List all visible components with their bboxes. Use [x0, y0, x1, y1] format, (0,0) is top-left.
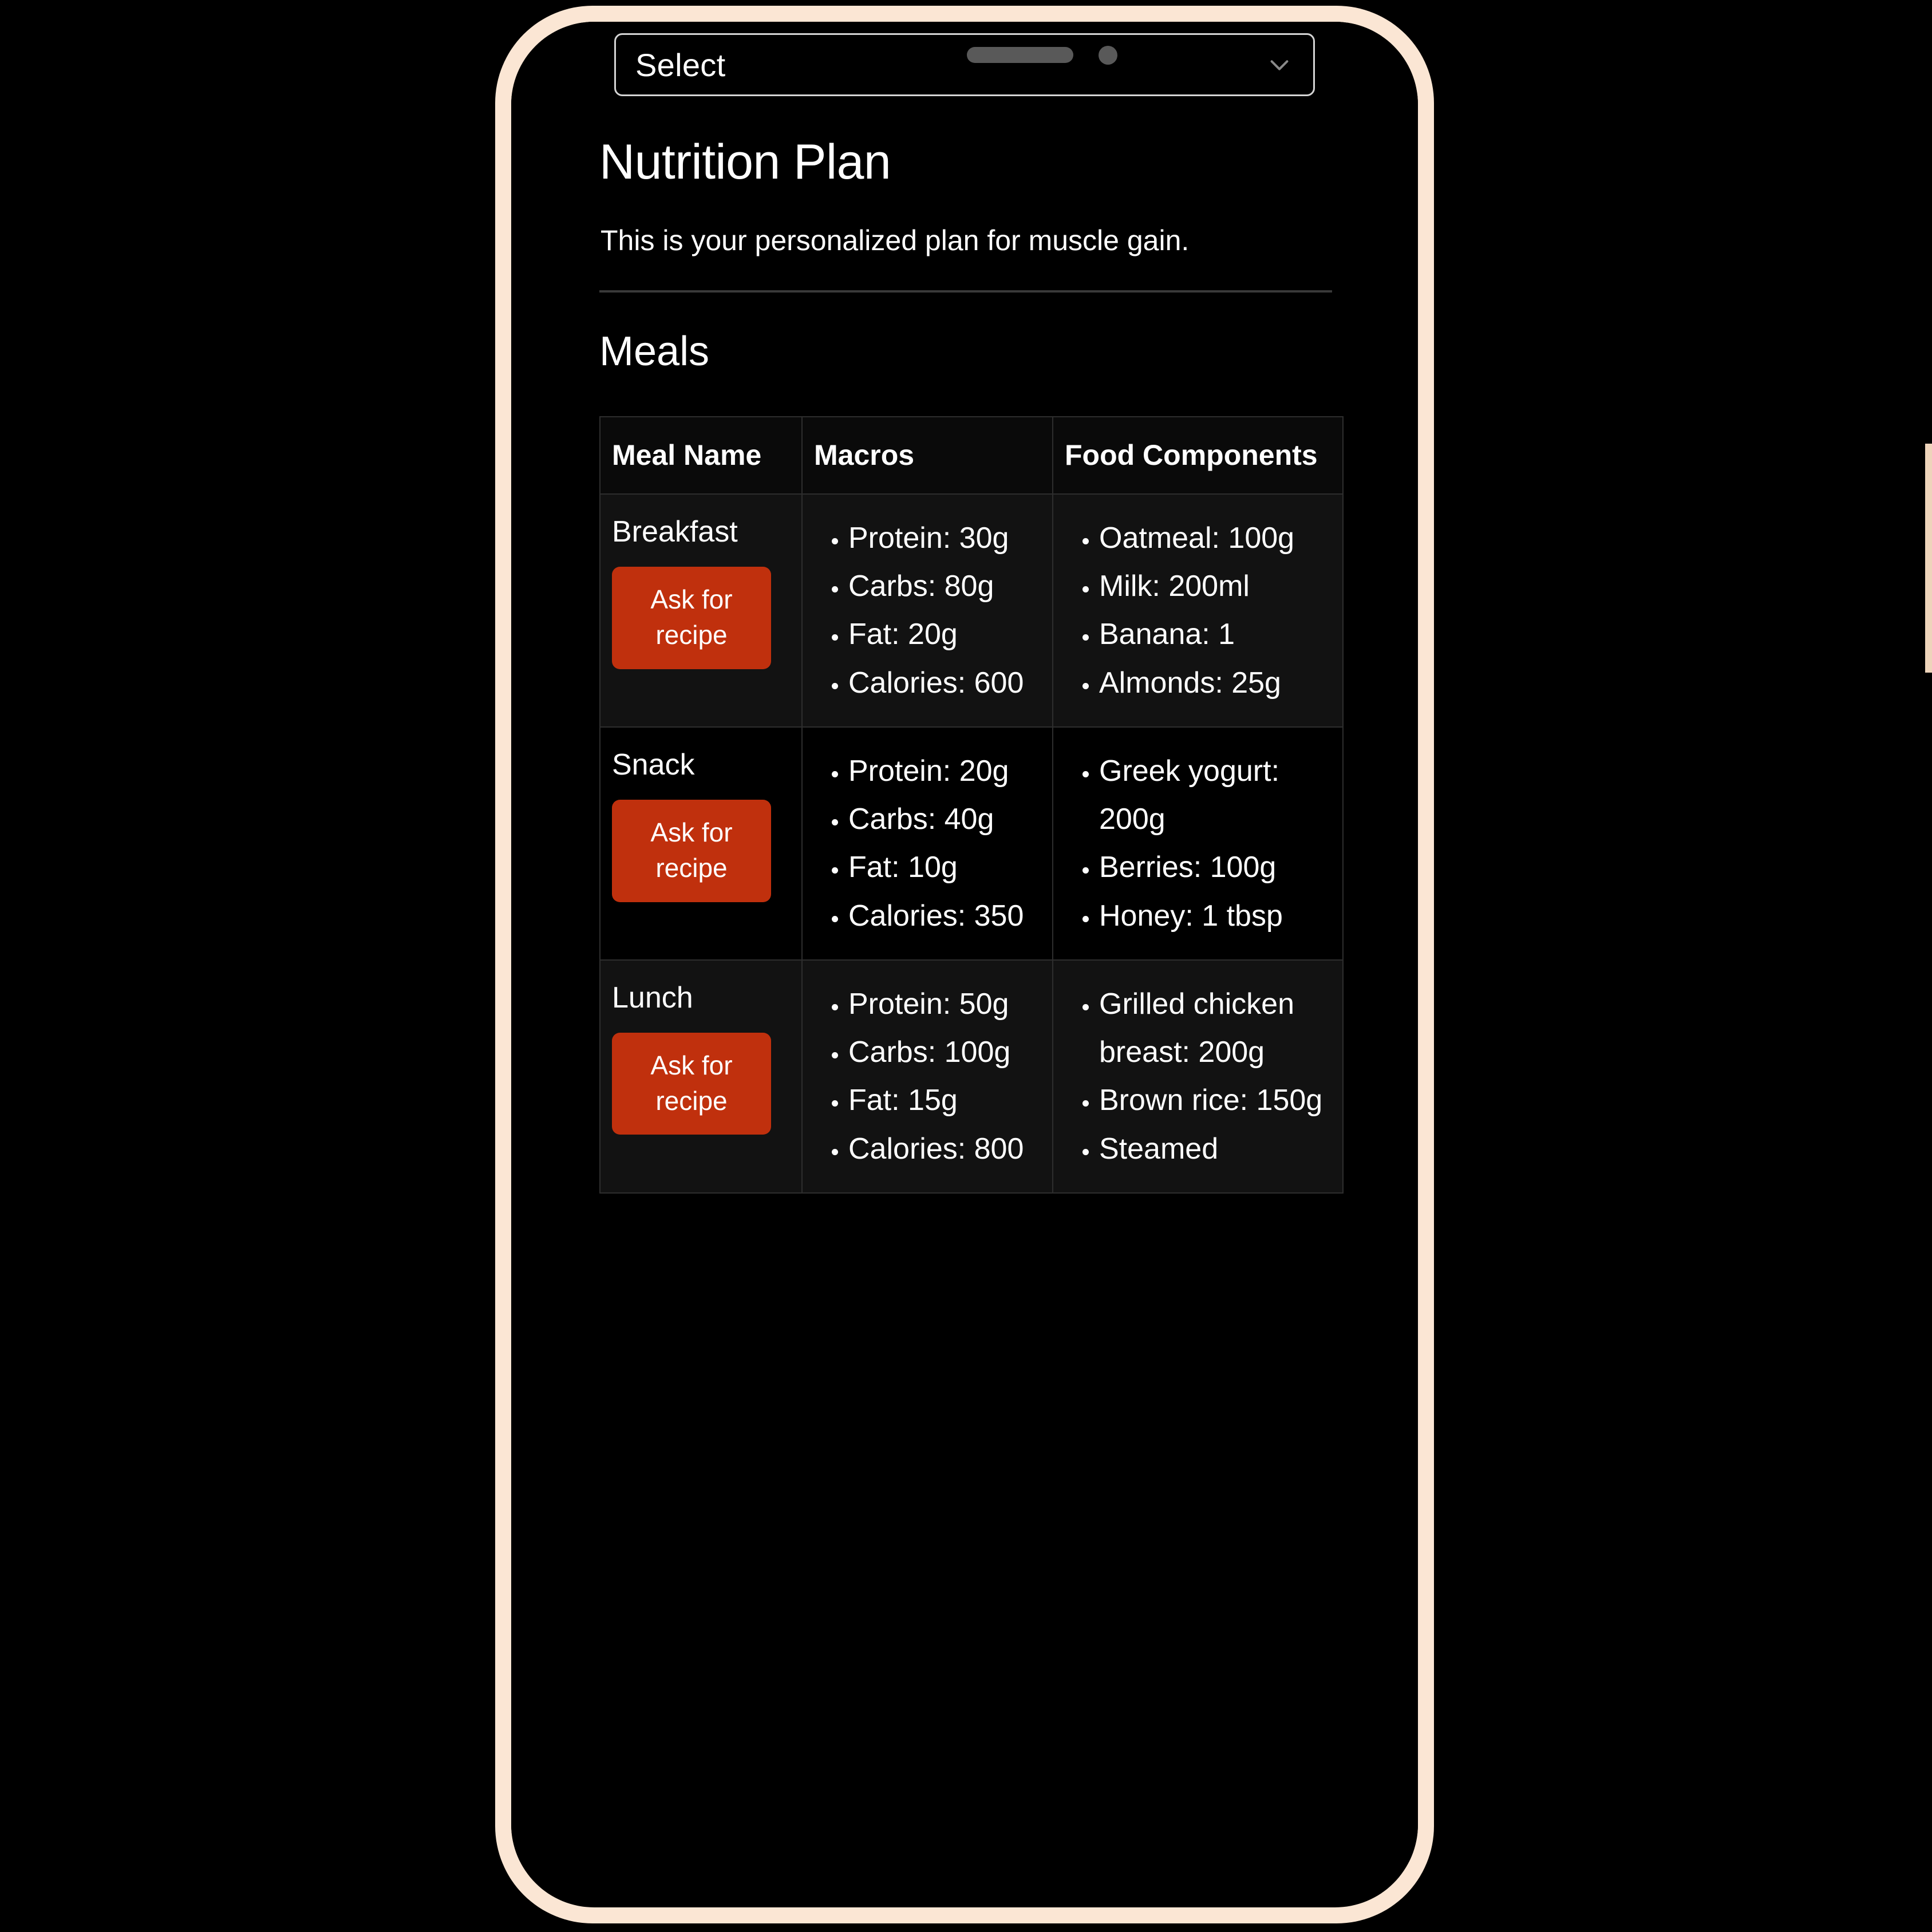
macros-list: Protein: 50gCarbs: 100gFat: 15gCalories:… — [814, 980, 1042, 1173]
cell-meal-name: Breakfast Ask for recipe — [599, 493, 803, 728]
cell-macros: Protein: 20gCarbs: 40gFat: 10gCalories: … — [801, 726, 1053, 961]
chevron-down-icon — [1270, 60, 1289, 70]
ask-for-recipe-button[interactable]: Ask for recipe — [612, 800, 771, 902]
cell-macros: Protein: 30gCarbs: 80gFat: 20gCalories: … — [801, 493, 1053, 728]
plan-select[interactable]: Select — [614, 33, 1315, 96]
section-divider — [599, 290, 1332, 293]
food-item: Almonds: 25g — [1099, 659, 1332, 707]
macro-item: Carbs: 80g — [848, 562, 1042, 610]
speaker-grille-icon — [967, 47, 1073, 63]
cell-food-components: Greek yogurt: 200gBerries: 100gHoney: 1 … — [1052, 726, 1344, 961]
column-header-meal-name: Meal Name — [599, 416, 803, 495]
table-header: Meal Name Macros Food Components — [599, 416, 1344, 495]
food-components-list: Greek yogurt: 200gBerries: 100gHoney: 1 … — [1065, 747, 1332, 940]
table-row: Snack Ask for recipe Protein: 20gCarbs: 40… — [599, 726, 1344, 961]
ask-for-recipe-button[interactable]: Ask for recipe — [612, 1033, 771, 1135]
meal-name-label: Lunch — [612, 981, 693, 1014]
food-item: Steamed — [1099, 1125, 1332, 1173]
macro-item: Protein: 20g — [848, 747, 1042, 795]
macro-item: Calories: 600 — [848, 659, 1042, 707]
page-viewport: Select Nutrition Plan This is your perso… — [511, 22, 1418, 1862]
food-components-list: Grilled chicken breast: 200gBrown rice: … — [1065, 980, 1332, 1173]
macros-list: Protein: 30gCarbs: 80gFat: 20gCalories: … — [814, 514, 1042, 707]
macro-item: Carbs: 40g — [848, 795, 1042, 843]
meals-table: Meal Name Macros Food Components Breakfa… — [599, 416, 1344, 1194]
food-item: Greek yogurt: 200g — [1099, 747, 1332, 843]
table-row: Breakfast Ask for recipe Protein: 30gCarbs… — [599, 493, 1344, 728]
phone-screen: Select Nutrition Plan This is your perso… — [511, 22, 1418, 1907]
meal-name-label: Breakfast — [612, 515, 738, 548]
food-item: Grilled chicken breast: 200g — [1099, 980, 1332, 1076]
table-body: BreakfastAsk for recipeProtein: 30gCarbs… — [599, 493, 1344, 1194]
macro-item: Calories: 350 — [848, 892, 1042, 940]
food-item: Brown rice: 150g — [1099, 1076, 1332, 1124]
phone-frame: Select Nutrition Plan This is your perso… — [495, 6, 1932, 1923]
macro-item: Protein: 50g — [848, 980, 1042, 1028]
ask-for-recipe-button[interactable]: Ask for recipe — [612, 567, 771, 669]
macro-item: Calories: 800 — [848, 1125, 1042, 1173]
cell-meal-name: Snack Ask for recipe — [599, 726, 803, 961]
food-components-list: Oatmeal: 100gMilk: 200mlBanana: 1Almonds… — [1065, 514, 1332, 707]
food-item: Oatmeal: 100g — [1099, 514, 1332, 562]
meal-name-label: Snack — [612, 748, 695, 781]
meals-heading: Meals — [599, 329, 710, 374]
front-camera-icon — [1099, 46, 1117, 65]
page-content: Select Nutrition Plan This is your perso… — [511, 33, 1418, 1194]
cell-meal-name: Lunch Ask for recipe — [599, 959, 803, 1194]
macro-item: Protein: 30g — [848, 514, 1042, 562]
cell-macros: Protein: 50gCarbs: 100gFat: 15gCalories:… — [801, 959, 1053, 1194]
page-title: Nutrition Plan — [599, 135, 891, 189]
table-row: Lunch Ask for recipe Protein: 50gCarbs: 10… — [599, 959, 1344, 1194]
food-item: Honey: 1 tbsp — [1099, 892, 1332, 940]
food-item: Banana: 1 — [1099, 610, 1332, 658]
plan-select-value: Select — [635, 46, 726, 83]
table-header-row: Meal Name Macros Food Components — [599, 416, 1344, 495]
food-item: Milk: 200ml — [1099, 562, 1332, 610]
column-header-macros: Macros — [801, 416, 1053, 495]
food-item: Berries: 100g — [1099, 843, 1332, 891]
macro-item: Carbs: 100g — [848, 1028, 1042, 1076]
macro-item: Fat: 15g — [848, 1076, 1042, 1124]
cell-food-components: Oatmeal: 100gMilk: 200mlBanana: 1Almonds… — [1052, 493, 1344, 728]
macro-item: Fat: 20g — [848, 610, 1042, 658]
cell-food-components: Grilled chicken breast: 200gBrown rice: … — [1052, 959, 1344, 1194]
macros-list: Protein: 20gCarbs: 40gFat: 10gCalories: … — [814, 747, 1042, 940]
column-header-food-components: Food Components — [1052, 416, 1344, 495]
power-button[interactable] — [1925, 444, 1932, 673]
page-subtitle: This is your personalized plan for muscl… — [600, 224, 1190, 256]
macro-item: Fat: 10g — [848, 843, 1042, 891]
